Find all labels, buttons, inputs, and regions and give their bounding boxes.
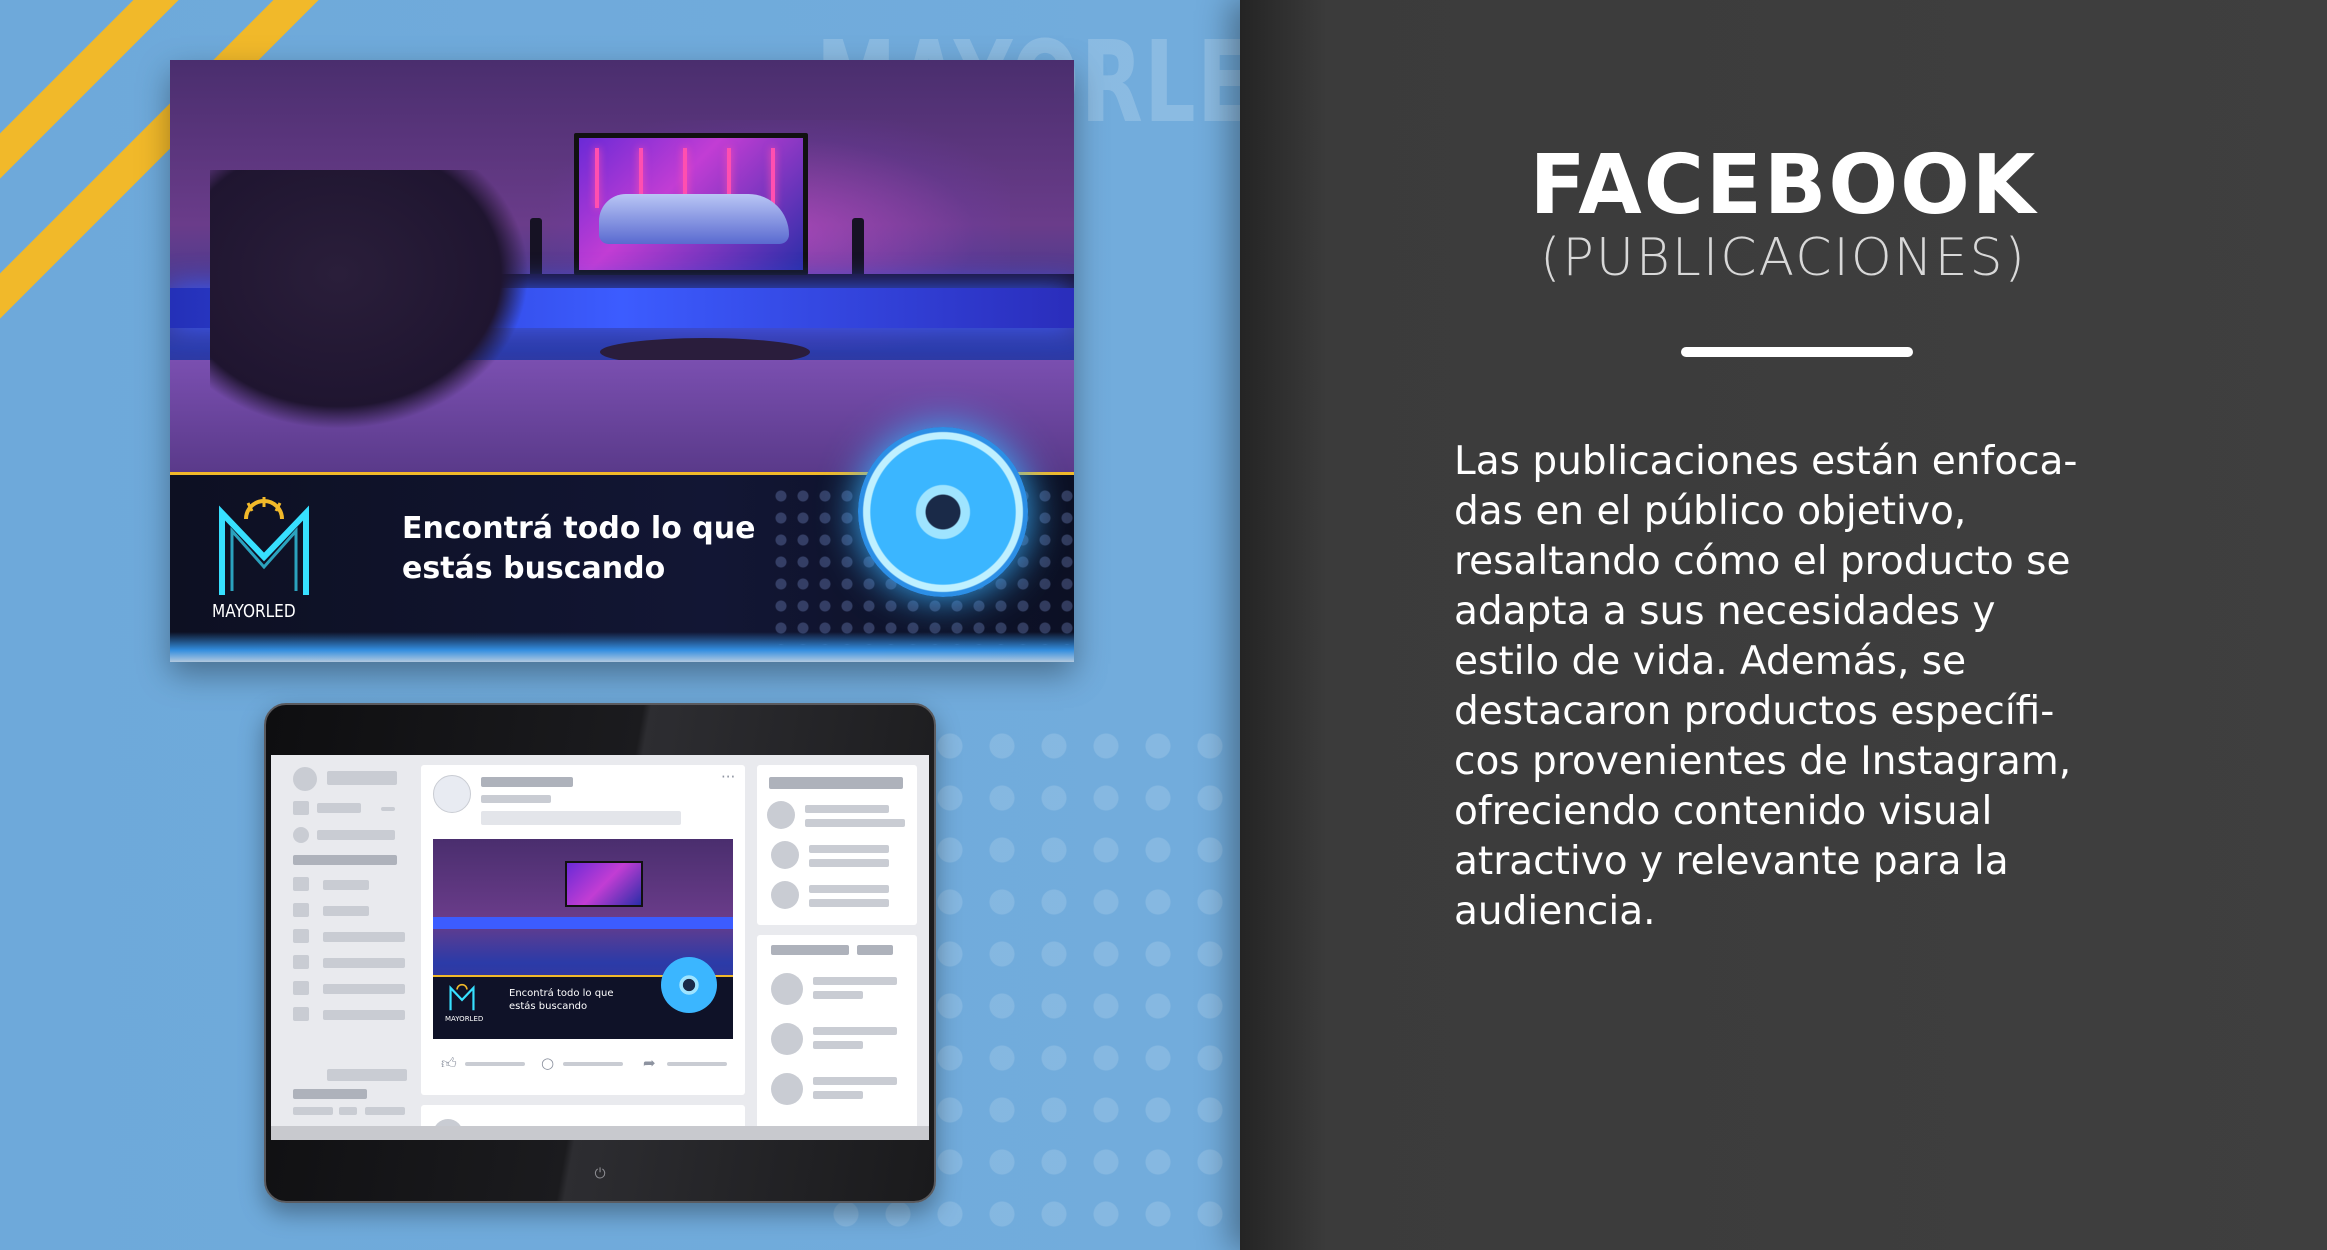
like-icon[interactable]: 👍︎ (441, 1055, 457, 1071)
logo-text: MAYORLED (212, 601, 296, 622)
page-subtitle: (PUBLICACIONES) (1540, 228, 2027, 288)
tablet-mockup: ··· MAYORLED Encontrá todo lo que estás … (264, 703, 936, 1203)
page-title: FACEBOOK (1529, 138, 2038, 233)
power-icon[interactable]: ⏻ (591, 1165, 609, 1183)
led-reel-icon (858, 427, 1028, 597)
post-tagline: Encontrá todo lo que estás buscando (509, 988, 614, 1012)
living-room-scene (170, 60, 1074, 472)
share-icon[interactable]: ➦ (643, 1055, 656, 1071)
add-icon[interactable] (767, 801, 795, 829)
description-panel: FACEBOOK (PUBLICACIONES) Las publicacion… (1240, 0, 2327, 1250)
mayorled-logo-icon (449, 983, 475, 1011)
couple-silhouette (210, 170, 530, 430)
led-reel-icon (661, 957, 717, 1013)
avatar-icon (771, 841, 799, 869)
description-text: Las publicaciones están enfoca- das en e… (1454, 439, 2078, 934)
tv-icon (565, 861, 643, 907)
ad-banner: MAYORLED Encontrá todo lo que estás busc… (170, 427, 1074, 662)
sidebar-card (757, 765, 917, 925)
facebook-ad-image: MAYORLED Encontrá todo lo que estás busc… (170, 60, 1074, 662)
title-divider (1681, 347, 1913, 357)
led-strip-glow (170, 632, 1074, 662)
tv-icon (574, 133, 808, 275)
avatar-icon (293, 767, 317, 791)
more-dots-icon[interactable]: ··· (721, 769, 735, 785)
post-image[interactable]: MAYORLED Encontrá todo lo que estás busc… (433, 839, 733, 1039)
mayorled-logo-icon (219, 497, 309, 595)
ad-tagline: Encontrá todo lo que estás buscando (402, 511, 756, 586)
avatar-icon (771, 973, 803, 1005)
avatar-icon (771, 881, 799, 909)
car-icon (599, 194, 789, 244)
facebook-feed-mockup: ··· MAYORLED Encontrá todo lo que estás … (271, 755, 929, 1140)
showcase-panel: MAYORLED Encontrá todo lo que estás busc… (0, 0, 1240, 1250)
avatar-icon (771, 1073, 803, 1105)
sidebar-card (757, 935, 917, 1135)
avatar-icon (771, 1023, 803, 1055)
comment-icon[interactable]: ○ (541, 1055, 554, 1071)
page-avatar-icon (433, 775, 471, 813)
